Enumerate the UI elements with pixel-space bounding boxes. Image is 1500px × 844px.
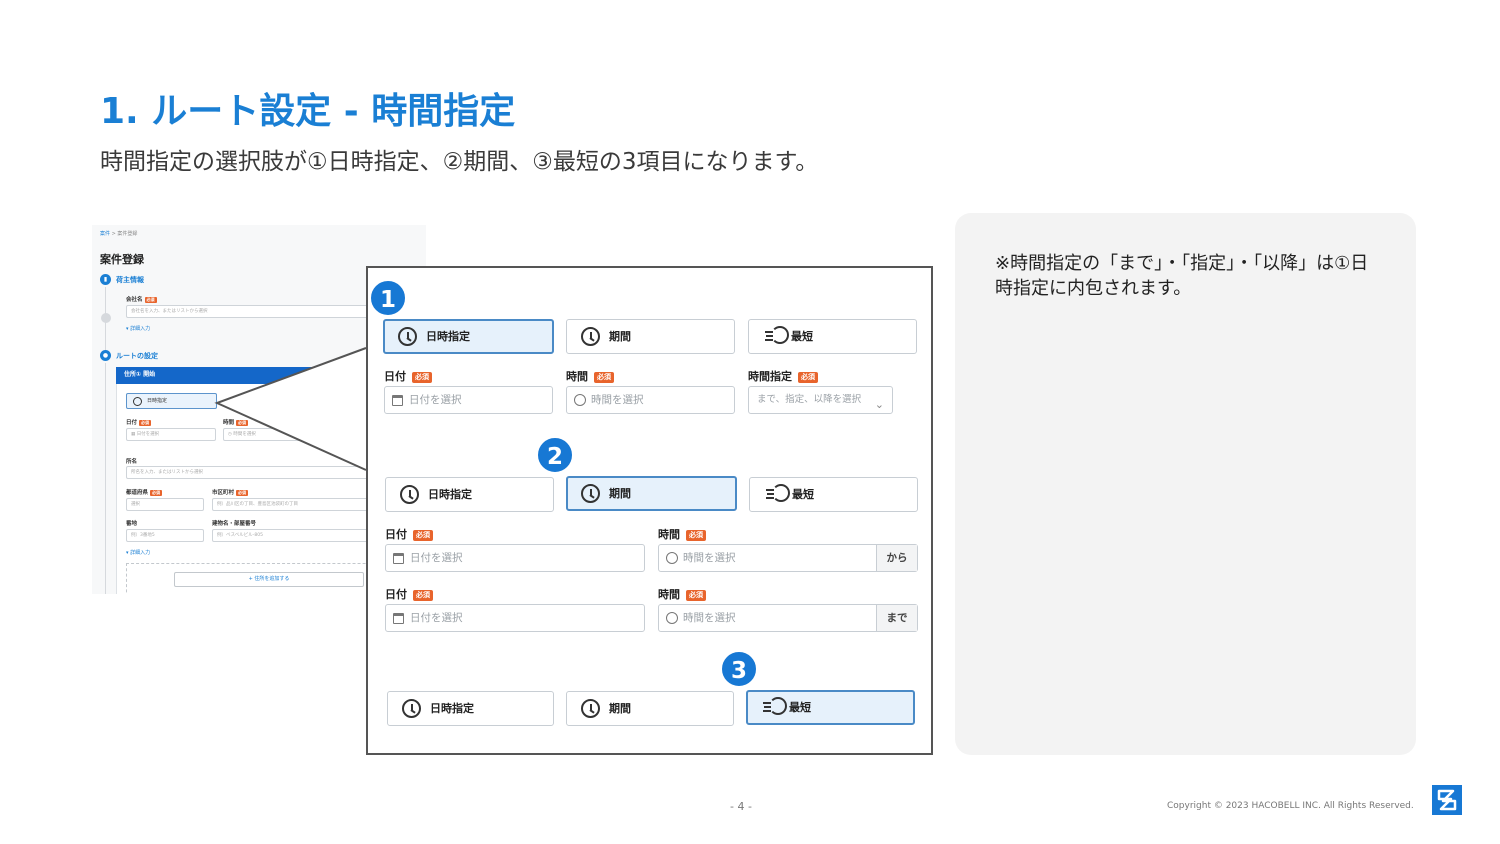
option-datetime-1[interactable]: 日時指定 <box>383 319 554 354</box>
pref-label: 都道府県 必須 <box>126 490 163 496</box>
calendar-icon <box>392 395 403 406</box>
zoomed-panel: 1 日時指定 期間 最短 日付 必須 日付を選択 時間 必須 時間を選択 時間指定必… <box>366 266 933 755</box>
time-label-1: 時間 必須 <box>566 368 614 384</box>
clock-icon <box>574 394 586 406</box>
place-label: 所名 <box>126 459 138 465</box>
date-label-2a: 日付 必須 <box>385 526 433 542</box>
breadcrumb: 案件 > 案件登録 <box>100 230 137 237</box>
until-suffix: まで <box>876 605 917 631</box>
street-input[interactable]: 例）3番地5 <box>126 529 204 542</box>
option-datetime-2[interactable]: 日時指定 <box>385 477 554 512</box>
note-panel: ※時間指定の「まで」・「指定」・「以降」は①日時指定に内包されます。 <box>955 213 1416 755</box>
time-input-2a[interactable]: 時間を選択 から <box>658 544 918 572</box>
time-label: 時間 必須 <box>223 420 249 426</box>
breadcrumb-link[interactable]: 案件 <box>100 231 110 237</box>
hacobell-logo-icon <box>1432 785 1462 815</box>
option-period-2[interactable]: 期間 <box>566 476 737 511</box>
option-fastest-3[interactable]: 最短 <box>746 690 915 725</box>
date-input-2a[interactable]: 日付を選択 <box>385 544 645 572</box>
badge-3: 3 <box>720 650 758 688</box>
street-label: 番地 <box>126 521 138 527</box>
time-label-2a: 時間 必須 <box>658 526 706 542</box>
badge-1: 1 <box>369 279 407 317</box>
option-fastest-1[interactable]: 最短 <box>748 319 917 354</box>
pref-select[interactable]: 選択 <box>126 498 204 511</box>
breadcrumb-separator: > <box>111 231 116 237</box>
copyright: Copyright © 2023 HACOBELL INC. All Right… <box>1167 801 1414 811</box>
clock-icon <box>402 699 421 718</box>
from-suffix: から <box>876 545 917 571</box>
clock-icon <box>398 327 417 346</box>
date-input-2b[interactable]: 日付を選択 <box>385 604 645 632</box>
option-period-1[interactable]: 期間 <box>566 319 735 354</box>
chevron-down-icon: ⌄ <box>874 398 884 411</box>
history-clock-icon <box>581 327 600 346</box>
step-connector-2 <box>105 363 106 594</box>
time-input-2b[interactable]: 時間を選択 まで <box>658 604 918 632</box>
option-fastest-2[interactable]: 最短 <box>749 477 918 512</box>
badge-2: 2 <box>536 436 574 474</box>
detail-link[interactable]: ▾ 詳細入力 <box>126 325 150 332</box>
calendar-icon <box>393 613 404 624</box>
building-label: 建物名・部屋番号 <box>212 521 257 527</box>
clock-icon <box>666 612 678 624</box>
timespec-label: 時間指定 必須 <box>748 368 818 384</box>
location-pin-icon: ● <box>100 350 111 361</box>
step1-label: 荷主情報 <box>116 276 144 284</box>
slide-title: 1. ルート設定 - 時間指定 <box>100 91 516 132</box>
date-input-1[interactable]: 日付を選択 <box>384 386 553 414</box>
check-icon <box>101 313 111 323</box>
company-label: 会社名 必須 <box>126 297 157 303</box>
breadcrumb-current: 案件登録 <box>117 231 138 237</box>
date-input[interactable]: ▦ 日付を選択 <box>126 428 216 441</box>
detail-link-2[interactable]: ▾ 詳細入力 <box>126 549 150 556</box>
step2-label: ルートの設定 <box>116 352 158 360</box>
note-text: ※時間指定の「まで」・「指定」・「以降」は①日時指定に内包されます。 <box>995 253 1369 299</box>
city-label: 市区町村 必須 <box>212 490 249 496</box>
date-label: 日付 必須 <box>126 420 152 426</box>
option-datetime-3[interactable]: 日時指定 <box>387 691 554 726</box>
timespec-select[interactable]: まで、指定、以降を選択 ⌄ <box>748 386 893 414</box>
clock-icon <box>666 552 678 564</box>
datetime-chip[interactable]: 日時指定 <box>126 393 217 409</box>
time-input[interactable]: ◷ 時間を選択 <box>223 428 313 441</box>
time-label-2b: 時間 必須 <box>658 586 706 602</box>
date-label-1: 日付 必須 <box>384 368 432 384</box>
time-input-1[interactable]: 時間を選択 <box>566 386 735 414</box>
calendar-icon <box>393 553 404 564</box>
history-clock-icon <box>581 484 600 503</box>
add-address-button[interactable]: + 住所を追加する <box>174 572 364 587</box>
page-title: 案件登録 <box>100 253 144 266</box>
clock-icon <box>133 397 142 406</box>
option-period-3[interactable]: 期間 <box>566 691 734 726</box>
date-label-2b: 日付 必須 <box>385 586 433 602</box>
step-doc-icon: ▮ <box>100 274 111 285</box>
history-clock-icon <box>581 699 600 718</box>
slide-subtitle: 時間指定の選択肢が①日時指定、②期間、③最短の3項目になります。 <box>100 149 819 175</box>
page-number: - 4 - <box>730 800 752 813</box>
clock-icon <box>400 485 419 504</box>
